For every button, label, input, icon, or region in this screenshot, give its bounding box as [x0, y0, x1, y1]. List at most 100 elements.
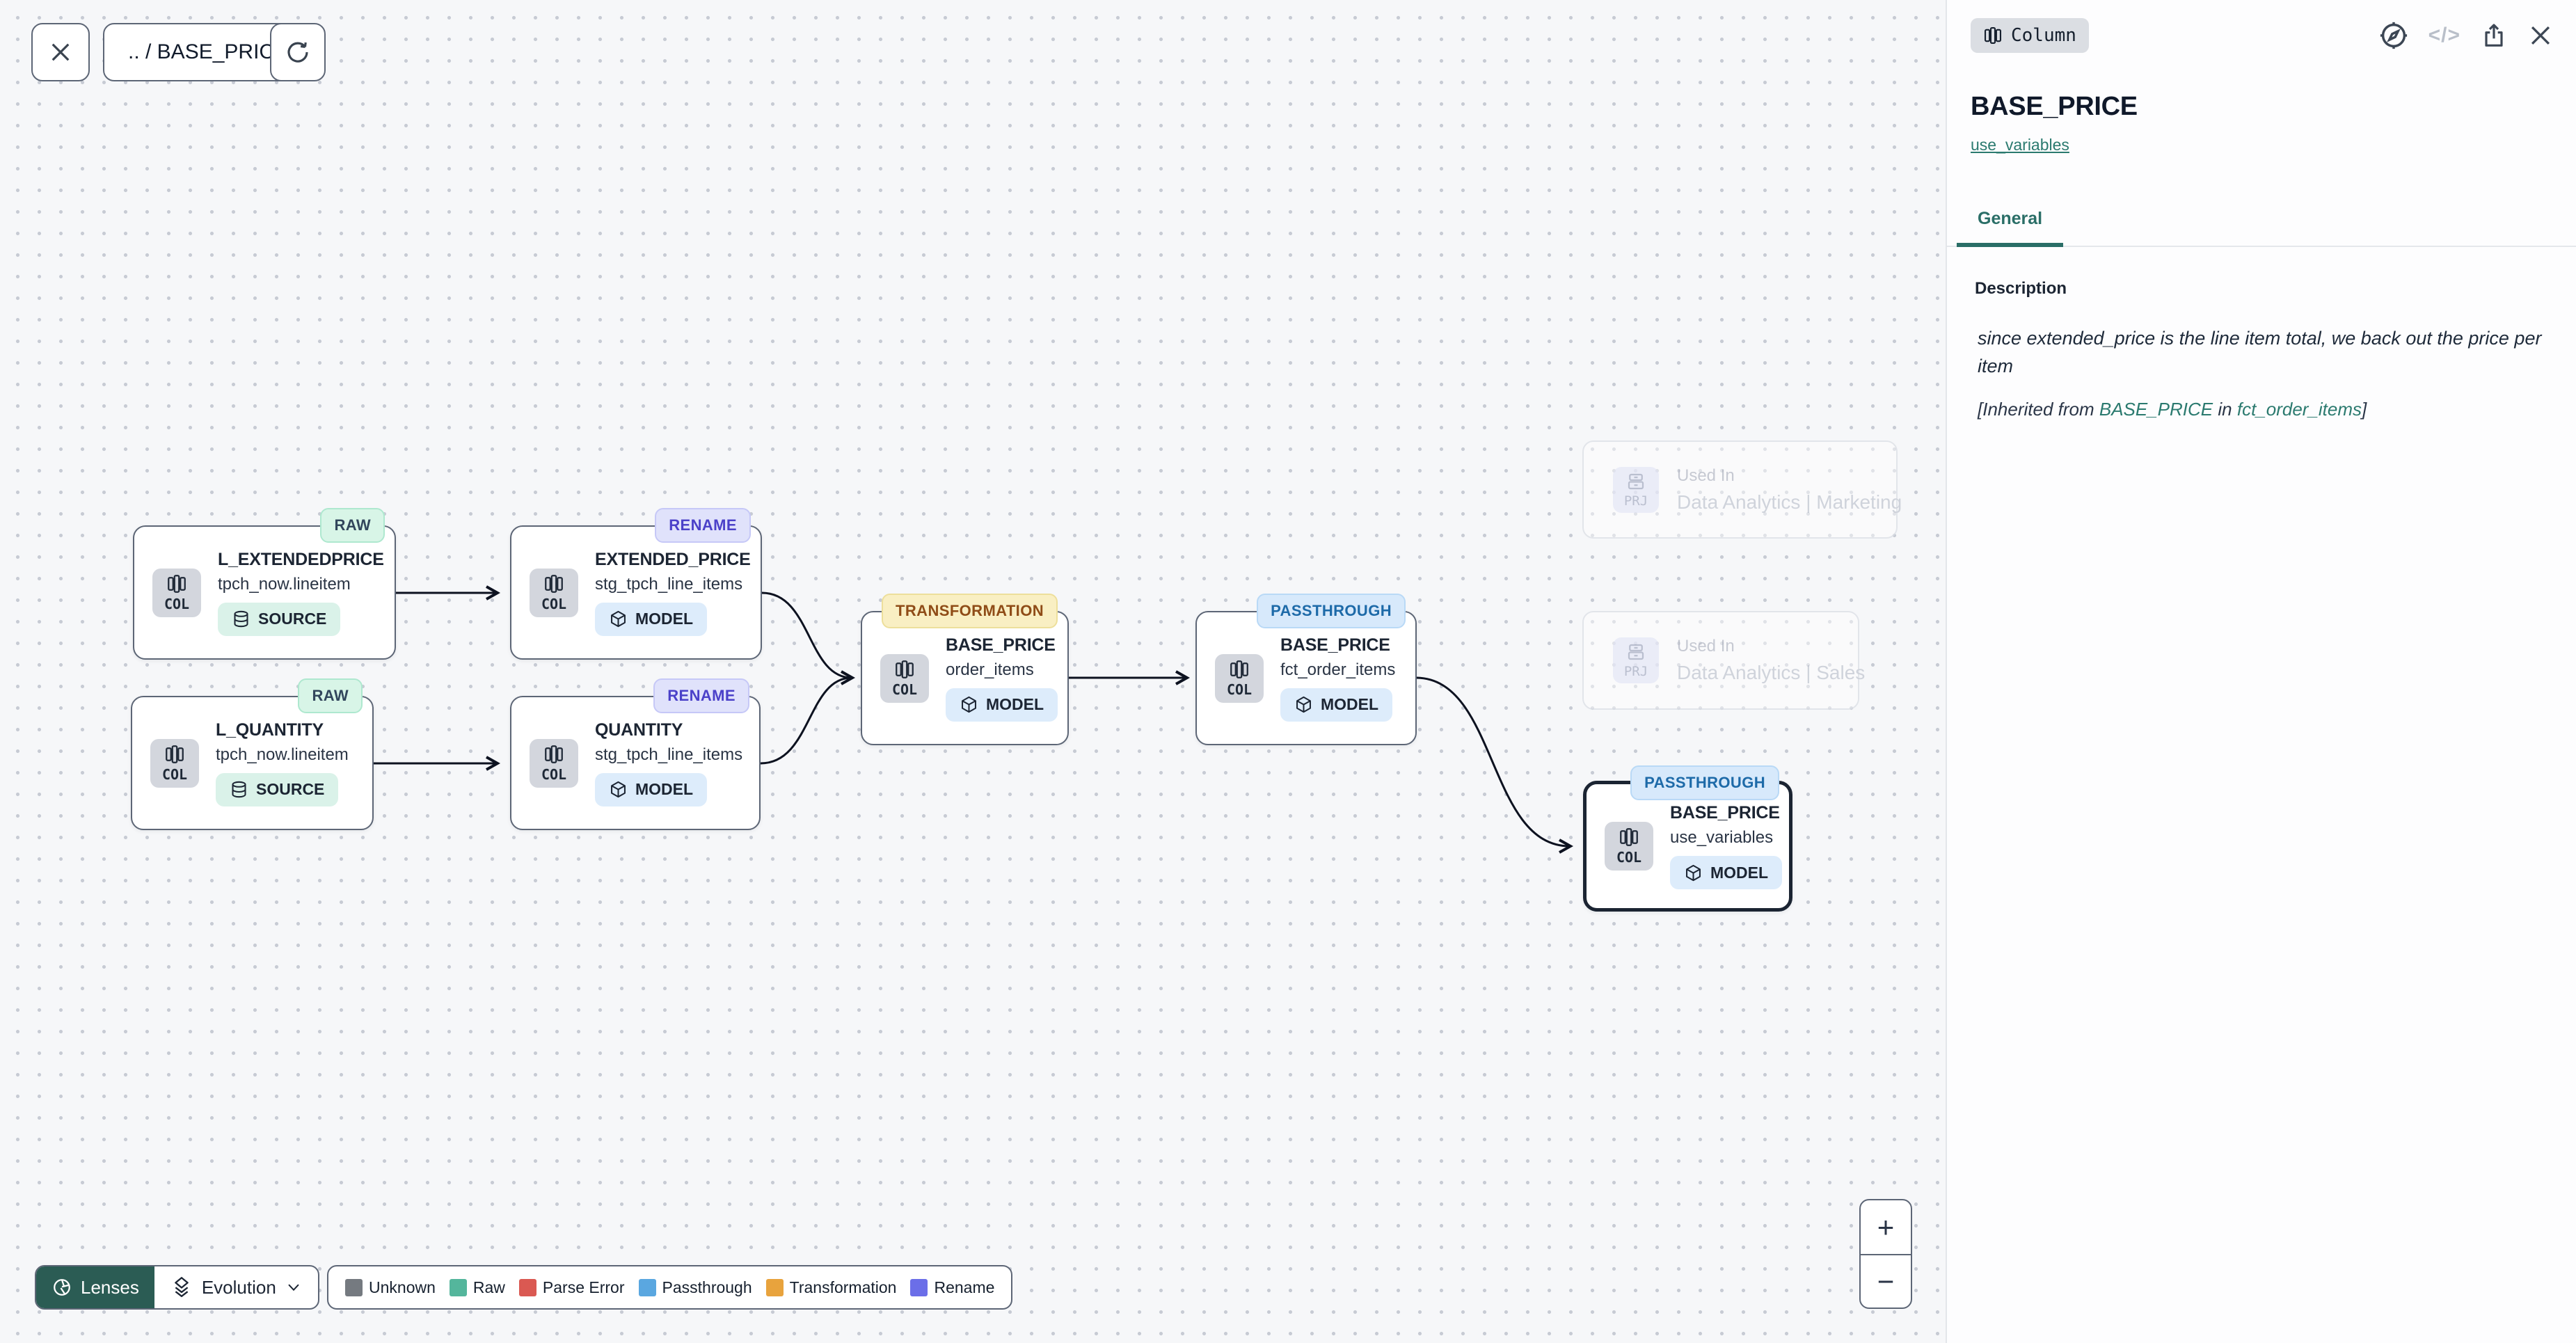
chip-label: COL: [1616, 849, 1641, 866]
node-kind-badge: SOURCE: [216, 773, 338, 806]
node-subtitle: fct_order_items: [1280, 660, 1395, 680]
evolution-badge: RENAME: [653, 678, 749, 713]
project-icon: [1625, 642, 1646, 662]
cube-icon: [1294, 695, 1313, 714]
node-kind-badge: MODEL: [1670, 856, 1782, 889]
close-graph-button[interactable]: [31, 23, 90, 81]
used-in-label: Used In: [1677, 466, 1902, 486]
evolution-lens-icon: [171, 1276, 192, 1298]
chip-label: COL: [541, 766, 566, 783]
legend-item-passthrough: Passthrough: [639, 1278, 752, 1297]
node-title: BASE_PRICE: [1670, 803, 1771, 823]
node-subtitle: order_items: [946, 660, 1049, 680]
legend-swatch: [766, 1279, 784, 1296]
evolution-badge: RAW: [298, 678, 363, 713]
description-body: since extended_price is the line item to…: [1978, 325, 2543, 381]
column-icon: [543, 573, 564, 594]
evolution-badge: TRANSFORMATION: [882, 594, 1058, 628]
column-icon: [1619, 827, 1639, 848]
refresh-icon: [285, 39, 311, 65]
selected-lens-label: Evolution: [202, 1277, 276, 1298]
panel-tabs: General: [1947, 209, 2576, 247]
explore-compass-button[interactable]: [2378, 20, 2409, 51]
node-subtitle: tpch_now.lineitem: [216, 745, 349, 765]
legend-swatch: [910, 1279, 928, 1296]
inherited-middle: in: [2213, 399, 2237, 420]
close-icon: [2527, 22, 2554, 49]
column-type-chip: COL: [150, 739, 199, 788]
inherited-model-link[interactable]: fct_order_items: [2237, 399, 2362, 420]
model-link[interactable]: use_variables: [1971, 136, 2069, 154]
lineage-node-extended-price[interactable]: RENAME COL EXTENDED_PRICE stg_tpch_line_…: [510, 525, 762, 660]
cube-icon: [609, 610, 628, 628]
evolution-badge: RENAME: [655, 508, 751, 543]
used-in-card-marketing: PRJ Used In Data Analytics | Marketing: [1582, 440, 1898, 539]
share-button[interactable]: [2480, 22, 2508, 49]
column-type-chip: COL: [530, 569, 578, 617]
inherited-column-link[interactable]: BASE_PRICE: [2099, 399, 2213, 420]
lens-control: Lenses Evolution: [35, 1265, 319, 1310]
chip-label: PRJ: [1624, 664, 1648, 679]
description-inherited: [Inherited from BASE_PRICE in fct_order_…: [1978, 399, 2576, 420]
inherited-prefix: [Inherited from: [1978, 399, 2099, 420]
legend-item-rename: Rename: [910, 1278, 994, 1297]
node-title: QUANTITY: [595, 720, 741, 740]
lens-dropdown[interactable]: Evolution: [154, 1266, 318, 1308]
close-icon: [48, 40, 73, 65]
close-panel-button[interactable]: [2527, 22, 2554, 49]
node-subtitle: stg_tpch_line_items: [595, 575, 742, 594]
node-subtitle: stg_tpch_line_items: [595, 745, 741, 765]
chip-label: COL: [164, 596, 189, 612]
lineage-node-base-price-use-variables[interactable]: PASSTHROUGH COL BASE_PRICE use_variables…: [1583, 781, 1792, 912]
chip-label: COL: [1227, 681, 1252, 698]
panel-title: BASE_PRICE: [1971, 92, 2576, 122]
chip-label: PRJ: [1624, 493, 1648, 509]
lineage-node-quantity[interactable]: RENAME COL QUANTITY stg_tpch_line_items …: [510, 696, 761, 830]
cube-icon: [960, 695, 978, 714]
evolution-badge: PASSTHROUGH: [1630, 765, 1779, 800]
node-kind-label: SOURCE: [256, 780, 324, 799]
chevron-down-icon: [286, 1280, 301, 1295]
node-kind-badge: SOURCE: [218, 603, 340, 636]
zoom-out-button[interactable]: −: [1861, 1254, 1911, 1308]
project-chip: PRJ: [1613, 467, 1659, 513]
node-kind-badge: MODEL: [595, 603, 707, 636]
chip-label: COL: [541, 596, 566, 612]
lineage-node-base-price-fct-order-items[interactable]: PASSTHROUGH COL BASE_PRICE fct_order_ite…: [1195, 611, 1417, 745]
column-type-chip: COL: [1215, 654, 1264, 703]
column-type-chip: COL: [1605, 822, 1653, 871]
evolution-legend: Unknown Raw Parse Error Passthrough Tran…: [327, 1265, 1012, 1310]
inherited-suffix: ]: [2362, 399, 2367, 420]
project-chip: PRJ: [1613, 637, 1659, 683]
legend-swatch: [345, 1279, 363, 1296]
legend-item-parse-error: Parse Error: [519, 1278, 625, 1297]
evolution-badge: RAW: [320, 508, 385, 543]
details-panel: Column </> BASE_PRICE use_variables Gene…: [1946, 0, 2576, 1343]
share-icon: [2480, 22, 2508, 49]
tab-general[interactable]: General: [1957, 209, 2063, 247]
used-in-value: Data Analytics | Sales: [1677, 662, 1865, 684]
used-in-card-sales: PRJ Used In Data Analytics | Sales: [1582, 611, 1859, 710]
lineage-node-l-quantity[interactable]: RAW COL L_QUANTITY tpch_now.lineitem SOU…: [131, 696, 374, 830]
column-type-chip: COL: [880, 654, 929, 703]
compass-icon: [2378, 20, 2409, 51]
lineage-node-l-extendedprice[interactable]: RAW COL L_EXTENDEDPRICE tpch_now.lineite…: [133, 525, 396, 660]
zoom-in-button[interactable]: +: [1861, 1200, 1911, 1254]
column-icon: [894, 659, 915, 680]
description-heading: Description: [1975, 279, 2576, 299]
node-kind-badge: MODEL: [595, 773, 707, 806]
refresh-button[interactable]: [270, 23, 326, 81]
legend-item-transformation: Transformation: [766, 1278, 897, 1297]
cube-icon: [1684, 864, 1703, 882]
view-code-button[interactable]: </>: [2428, 24, 2460, 47]
zoom-controls: + −: [1859, 1199, 1912, 1309]
lenses-button[interactable]: Lenses: [36, 1266, 154, 1308]
column-icon: [164, 744, 185, 765]
legend-label: Transformation: [790, 1278, 897, 1297]
entity-type-label: Column: [2011, 25, 2076, 46]
lineage-node-base-price-order-items[interactable]: TRANSFORMATION COL BASE_PRICE order_item…: [861, 611, 1069, 745]
aperture-icon: [51, 1277, 72, 1298]
node-title: BASE_PRICE: [946, 635, 1049, 655]
node-kind-label: MODEL: [635, 780, 693, 799]
cube-icon: [609, 780, 628, 799]
